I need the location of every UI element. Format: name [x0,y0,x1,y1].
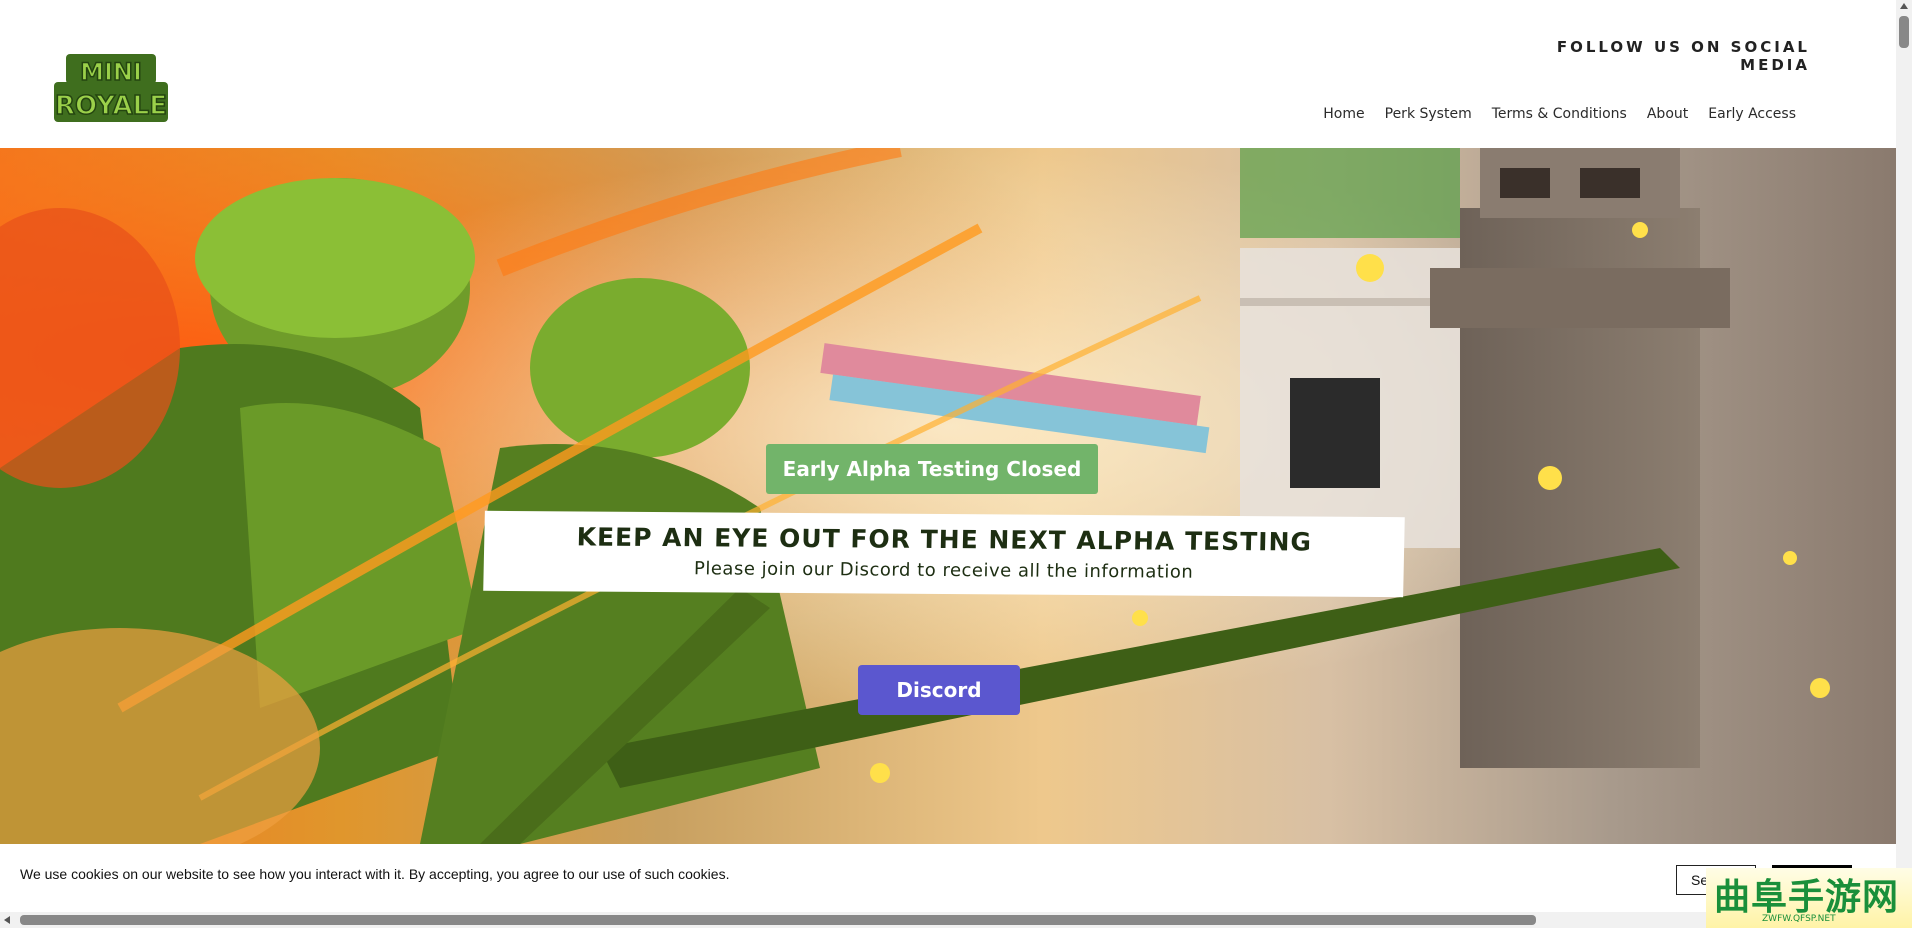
horizontal-scrollbar[interactable] [0,912,1912,928]
announcement-subline: Please join our Discord to receive all t… [693,558,1194,583]
main-nav: Home Perk System Terms & Conditions Abou… [1323,106,1796,122]
horizontal-scroll-thumb[interactable] [20,915,1536,925]
hero-banner: Early Alpha Testing Closed KEEP AN EYE O… [0,148,1896,844]
nav-perk-system[interactable]: Perk System [1385,106,1472,122]
nav-terms-conditions[interactable]: Terms & Conditions [1492,106,1627,122]
cookie-banner: We use cookies on our website to see how… [0,844,1896,912]
watermark-chinese-text: 曲阜手游网 [1714,877,1900,918]
follow-us-label: FOLLOW US ON SOCIAL MEDIA [1556,38,1810,74]
announcement-banner: KEEP AN EYE OUT FOR THE NEXT ALPHA TESTI… [483,510,1405,598]
scroll-up-arrow-icon[interactable] [1900,3,1908,9]
nav-home[interactable]: Home [1323,106,1364,122]
vertical-scrollbar[interactable] [1896,0,1912,912]
svg-text:ROYALE: ROYALE [55,91,167,121]
announcement-headline: KEEP AN EYE OUT FOR THE NEXT ALPHA TESTI… [576,522,1313,557]
scroll-left-arrow-icon[interactable] [4,916,10,924]
vertical-scroll-thumb[interactable] [1899,16,1909,48]
hero-artwork [0,148,1896,844]
watermark-url: ZWFW.QFSP.NET [1762,914,1836,924]
discord-button[interactable]: Discord [858,665,1020,715]
nav-about[interactable]: About [1647,106,1688,122]
cookie-message: We use cookies on our website to see how… [20,866,730,882]
nav-early-access[interactable]: Early Access [1708,106,1796,122]
svg-text:MINI: MINI [80,58,142,86]
site-header: MINI ROYALE FOLLOW US ON SOCIAL MEDIA Ho… [0,0,1896,148]
mini-royale-logo[interactable]: MINI ROYALE [52,52,170,126]
alpha-status-badge: Early Alpha Testing Closed [766,444,1098,494]
site-watermark: 曲阜手游网 ZWFW.QFSP.NET [1706,868,1912,928]
